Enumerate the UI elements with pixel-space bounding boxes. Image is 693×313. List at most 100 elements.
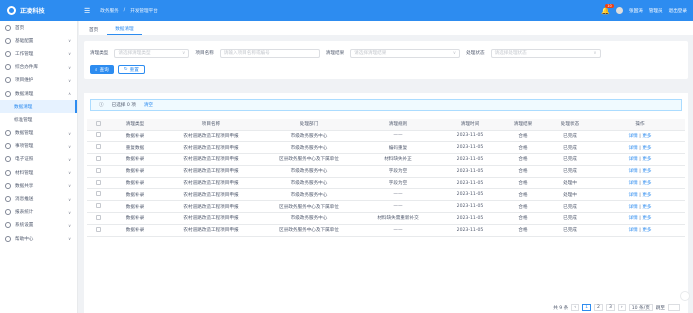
menu-icon xyxy=(5,182,11,189)
row-checkbox[interactable] xyxy=(95,179,101,185)
row-actions: 详情 | 更多 xyxy=(595,200,685,214)
page-size-select[interactable]: 10 条/页 xyxy=(628,304,653,311)
page-button[interactable]: 1 xyxy=(582,304,592,311)
row-checkbox[interactable] xyxy=(95,203,101,209)
chevron-icon: ∨ xyxy=(68,143,71,149)
column-header: 操作 xyxy=(595,119,685,131)
row-checkbox[interactable] xyxy=(95,132,101,138)
detail-link[interactable]: 详情 xyxy=(629,193,638,198)
sidebar-item[interactable]: 数据清理 ∧ xyxy=(0,87,77,100)
logout-link[interactable]: 退出登录 xyxy=(669,8,687,14)
sidebar-item[interactable]: 标准管理 xyxy=(0,113,77,126)
sidebar-item[interactable]: 系统设置 ∨ xyxy=(0,219,77,232)
menu-icon xyxy=(5,209,11,216)
sidebar-item-label: 标准管理 xyxy=(14,117,33,123)
row-checkbox[interactable] xyxy=(95,191,101,197)
menu-icon xyxy=(5,143,11,150)
next-page-button[interactable]: › xyxy=(617,304,626,311)
more-dropdown[interactable]: 更多 xyxy=(642,193,651,198)
refresh-icon: ↻ xyxy=(123,67,128,72)
column-header: 处理状态 xyxy=(545,119,595,131)
sidebar-item[interactable]: 工作管理 ∨ xyxy=(0,47,77,60)
page-button[interactable]: 2 xyxy=(594,304,603,311)
logo[interactable]: 正凌科技 xyxy=(0,0,78,21)
clear-selection-link[interactable]: 清空 xyxy=(144,102,153,108)
sidebar-item[interactable]: 材料管理 ∨ xyxy=(0,166,77,179)
back-to-top-button[interactable] xyxy=(680,291,690,301)
table-cell: 农村道路改造工程项目申报 xyxy=(161,177,261,190)
more-dropdown[interactable]: 更多 xyxy=(642,228,651,233)
row-actions: 详情 | 更多 xyxy=(595,224,685,237)
select-all-checkbox[interactable] xyxy=(95,120,101,126)
detail-link[interactable]: 详情 xyxy=(629,146,638,151)
user-name[interactable]: 张国涛 xyxy=(629,8,643,14)
row-checkbox[interactable] xyxy=(95,226,101,232)
filter-buttons: ⌕ 查询 ↻ 重置 xyxy=(84,65,688,79)
notification-bell-icon[interactable]: 🔔 10 xyxy=(601,3,614,15)
detail-link[interactable]: 详情 xyxy=(629,169,638,174)
cleanup-result-select[interactable]: 请选择清理结果 ∨ xyxy=(350,48,461,58)
more-dropdown[interactable]: 更多 xyxy=(642,181,651,186)
page-button[interactable]: 3 xyxy=(605,304,615,311)
row-checkbox[interactable] xyxy=(95,144,101,150)
more-dropdown[interactable]: 更多 xyxy=(642,205,651,210)
breadcrumb-item[interactable]: 开发管理平台 xyxy=(130,8,158,14)
sidebar-item[interactable]: 报表统计 ∨ xyxy=(0,206,77,219)
chevron-icon: ∨ xyxy=(68,209,71,215)
selection-count: 已选择 0 项 xyxy=(111,103,136,108)
more-dropdown[interactable]: 更多 xyxy=(642,169,651,174)
detail-link[interactable]: 详情 xyxy=(629,134,638,139)
sidebar-item[interactable]: 首页 xyxy=(0,21,77,34)
sidebar-item[interactable]: 基础配置 ∨ xyxy=(0,34,77,47)
prev-page-button[interactable]: ‹ xyxy=(571,304,580,311)
table-cell: 合格 xyxy=(501,177,545,190)
filter-label-status: 处理状态 xyxy=(466,51,485,56)
table-cell: 市级政务服务中心 xyxy=(261,177,357,190)
more-dropdown[interactable]: 更多 xyxy=(642,157,651,162)
more-dropdown[interactable]: 更多 xyxy=(642,134,651,139)
row-checkbox[interactable] xyxy=(95,167,101,173)
goto-page-input[interactable] xyxy=(668,304,680,311)
table-cell: 数据补录 xyxy=(109,212,161,225)
sidebar-item[interactable]: 帮助中心 ∨ xyxy=(0,232,77,245)
sidebar-item[interactable]: 数据清理 xyxy=(0,100,77,114)
reset-button[interactable]: ↻ 重置 xyxy=(117,65,145,74)
table-cell: 合格 xyxy=(501,188,545,202)
status-select[interactable]: 请选择处理状态 ∨ xyxy=(490,48,601,58)
filter-label-result: 清理结果 xyxy=(325,51,345,56)
breadcrumb-item[interactable]: 政务服务 xyxy=(100,8,118,14)
more-dropdown[interactable]: 更多 xyxy=(642,216,651,221)
select-all-header[interactable] xyxy=(87,119,109,131)
detail-link[interactable]: 详情 xyxy=(629,228,638,233)
chevron-icon: ∨ xyxy=(68,196,71,202)
cleanup-type-select[interactable]: 请选择清理类型 ∨ xyxy=(114,48,190,58)
chevron-icon: ∨ xyxy=(68,77,71,83)
detail-link[interactable]: 详情 xyxy=(629,205,638,210)
sidebar-item[interactable]: 事项管理 ∨ xyxy=(0,140,77,153)
more-dropdown[interactable]: 更多 xyxy=(642,146,651,151)
table-cell: 已完成 xyxy=(545,153,595,166)
sidebar-item[interactable]: 项目维护 ∨ xyxy=(0,74,77,87)
row-checkbox[interactable] xyxy=(95,155,101,161)
search-button[interactable]: ⌕ 查询 xyxy=(90,65,114,74)
sidebar-item[interactable]: 数据管理 ∨ xyxy=(0,127,77,140)
tab-data-cleanup[interactable]: 数据清理 xyxy=(107,24,142,35)
sidebar-item-label: 事项管理 xyxy=(15,144,34,150)
sidebar-item[interactable]: 综合办件库 ∨ xyxy=(0,61,77,74)
column-header: 清理规则 xyxy=(357,119,439,131)
sidebar-item-label: 系统设置 xyxy=(15,223,34,229)
sidebar-item-label: 首页 xyxy=(15,25,25,31)
role-link[interactable]: 管理员 xyxy=(649,8,663,14)
detail-link[interactable]: 详情 xyxy=(629,216,638,221)
avatar[interactable] xyxy=(616,7,624,14)
sidebar-item[interactable]: 消息推送 ∨ xyxy=(0,192,77,205)
row-checkbox[interactable] xyxy=(95,214,101,220)
sidebar-item[interactable]: 电子证照 ∨ xyxy=(0,153,77,166)
menu-toggle-icon[interactable]: ☰ xyxy=(84,7,90,15)
tab-home[interactable]: 首页 xyxy=(81,25,106,35)
detail-link[interactable]: 详情 xyxy=(629,181,638,186)
detail-link[interactable]: 详情 xyxy=(629,157,638,162)
chevron-icon: ∨ xyxy=(68,156,71,162)
project-name-input[interactable]: 请输入项目名称或编号 xyxy=(219,48,320,58)
sidebar-item[interactable]: 数据共享 ∨ xyxy=(0,179,77,192)
